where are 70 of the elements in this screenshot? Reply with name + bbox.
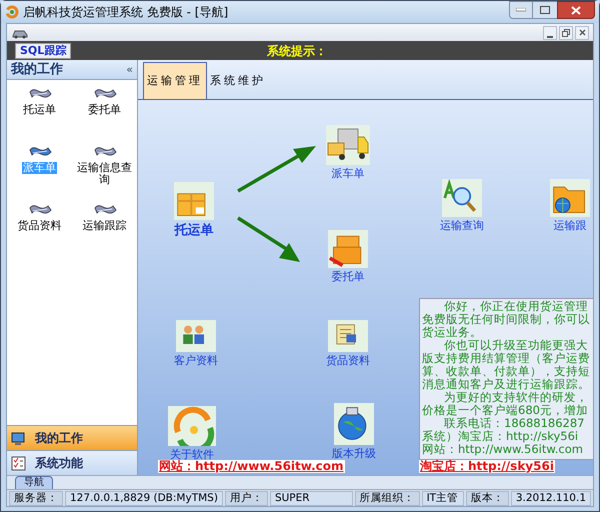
notice-text-line: 网站：http://www.56itw.com [422, 443, 584, 456]
notice-text-line: 免费版无任何时间限制，你可以 [422, 313, 591, 326]
sidebar-item[interactable]: 货品资料 [7, 202, 72, 246]
document-box-icon [328, 320, 368, 352]
canvas-node[interactable]: 运输查询 [440, 179, 484, 234]
status-value: IT主管 [422, 490, 464, 506]
website-link[interactable]: 淘宝店：http://sky56i [419, 460, 555, 473]
notice-text-line: 消息通知客户及进行运输跟踪。 [422, 378, 591, 391]
computer-icon [11, 430, 27, 446]
nav-button[interactable]: 系统功能 [7, 450, 137, 475]
canvas-node[interactable]: 货品资料 [326, 320, 370, 370]
window-title: 启帆科技货运管理系统 免费版 - [导航] [23, 4, 230, 21]
maximize-icon [540, 6, 550, 14]
notice-text-line: 为更好的支持软件的研发， [443, 391, 589, 404]
canvas-node[interactable]: 运输跟 [550, 179, 590, 234]
status-label: 所属组织： [354, 490, 420, 506]
package-icon [174, 182, 214, 220]
truck-icon [326, 125, 370, 165]
sidebar-item[interactable]: 委托单 [72, 86, 137, 130]
canvas-node[interactable]: 托运单 [174, 182, 214, 240]
swirl-logo-icon [168, 406, 216, 446]
folder-globe-icon [550, 179, 590, 217]
canvas-node[interactable]: 派车单 [326, 125, 370, 182]
sidebar-item[interactable]: 运输跟踪 [72, 202, 137, 246]
flow-arrow [237, 216, 300, 262]
close-icon [578, 29, 586, 36]
notice-text-line: 算、收款单、付款单），支持短 [422, 365, 591, 378]
nav-button[interactable]: 我的工作 [7, 425, 137, 450]
status-label: 用户： [224, 490, 268, 506]
checklist-icon [11, 456, 27, 470]
child-minimize-button[interactable] [543, 26, 557, 40]
minimize-button[interactable] [509, 1, 533, 19]
restore-icon [562, 28, 570, 36]
navigation-tab[interactable]: 导航 [15, 476, 53, 489]
sidebar-item[interactable]: 运输信息查询 [72, 144, 137, 188]
notice-text-line: 价格是一个客户端680元，增加 [422, 404, 589, 417]
minimize-icon [516, 8, 526, 12]
globe-icon [334, 403, 374, 445]
maximize-button[interactable] [533, 1, 557, 19]
notice-text-line: 你也可以升级至功能更强大 [443, 339, 589, 352]
notice-text-line: 版支持费用结算管理（客户运费 [422, 352, 591, 365]
notice-text-line: 你好，你正在使用货运管理 [443, 300, 589, 313]
status-value: 127.0.0.1,8829 (DB:MyTMS) [65, 490, 223, 506]
collapse-button[interactable]: « [126, 64, 133, 75]
minimize-icon [547, 36, 553, 38]
status-value: SUPER [270, 490, 353, 506]
boxes-icon [328, 230, 368, 268]
close-button[interactable] [557, 1, 595, 19]
tab[interactable]: 系统维护 [207, 62, 269, 99]
status-value: 3.2012.110.1 [510, 490, 591, 506]
canvas-node[interactable]: 客户资料 [174, 320, 218, 370]
canvas-node[interactable]: 版本升级 [332, 403, 376, 462]
child-close-button[interactable] [575, 26, 589, 40]
people-icon [176, 320, 216, 352]
close-icon [571, 6, 581, 14]
canvas-node[interactable]: 委托单 [328, 230, 368, 286]
notice-text-line: 系统）淘宝店：http://sky56i [422, 430, 580, 443]
notice-text-line: 货运业务。 [422, 326, 483, 339]
app-logo-icon [5, 5, 19, 19]
magnifier-icon [442, 179, 482, 217]
status-label: 服务器： [9, 490, 63, 506]
notice-text-line: 联系电话：18688186287 [443, 417, 586, 430]
system-notice-label: 系统提示： [267, 42, 327, 60]
sidebar-item[interactable]: 托运单 [7, 86, 72, 130]
sql-trace-button[interactable]: SQL跟踪 [15, 42, 72, 58]
tab[interactable]: 运输管理 [143, 62, 207, 99]
status-label: 版本： [466, 490, 509, 506]
child-restore-button[interactable] [559, 26, 573, 40]
website-link[interactable]: 网站：http://www.56itw.com [158, 460, 345, 473]
sidebar-title: 我的工作 [11, 60, 64, 79]
